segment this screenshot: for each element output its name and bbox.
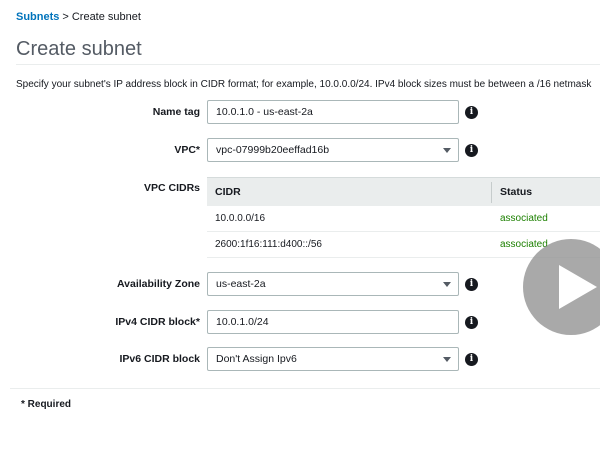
ipv6-cidr-label: IPv6 CIDR block [119,353,200,365]
table-header: CIDR Status [207,177,600,206]
ipv4-cidr-input[interactable]: 10.0.1.0/24 [207,310,459,334]
ipv6-cidr-value: Don't Assign Ipv6 [216,353,297,365]
breadcrumb-separator: > [62,11,69,23]
availability-zone-info-icon[interactable]: i [465,278,478,291]
ipv4-cidr-info-icon[interactable]: i [465,316,478,329]
vpc-cidrs-label: VPC CIDRs [143,182,200,194]
play-icon [559,265,597,309]
column-header-status: Status [500,186,533,198]
cidr-cell: 2600:1f16:111:d400::/56 [215,239,322,250]
vpc-value: vpc-07999b20eeffad16b [216,144,330,156]
name-tag-input[interactable]: 10.0.1.0 - us-east-2a [207,100,459,124]
vpc-info-icon[interactable]: i [465,144,478,157]
availability-zone-value: us-east-2a [216,278,266,290]
vpc-select[interactable]: vpc-07999b20eeffad16b [207,138,459,162]
ipv6-cidr-select[interactable]: Don't Assign Ipv6 [207,347,459,371]
cidr-cell: 10.0.0.0/16 [215,213,266,224]
availability-zone-label: Availability Zone [116,278,200,290]
breadcrumb-subnets-link[interactable]: Subnets [16,11,59,23]
chevron-down-icon [443,148,451,153]
chevron-down-icon [443,282,451,287]
status-cell: associated [500,213,548,224]
ipv6-cidr-info-icon[interactable]: i [465,353,478,366]
required-note: * Required [21,399,72,410]
name-tag-info-icon[interactable]: i [465,106,478,119]
name-tag-value: 10.0.1.0 - us-east-2a [216,106,313,118]
breadcrumb-current: Create subnet [71,11,141,23]
ipv4-cidr-label: IPv4 CIDR block* [115,316,200,328]
breadcrumb: Subnets > Create subnet [16,11,141,23]
page-description: Specify your subnet's IP address block i… [16,79,592,90]
vpc-cidrs-table: CIDR Status 10.0.0.0/16 associated 2600:… [207,177,600,258]
ipv4-cidr-value: 10.0.1.0/24 [216,316,269,328]
name-tag-label: Name tag [152,106,200,118]
column-header-cidr: CIDR [215,186,241,198]
table-row: 10.0.0.0/16 associated [207,206,600,232]
chevron-down-icon [443,357,451,362]
vpc-label: VPC* [174,144,200,156]
footer-divider [10,388,600,389]
page-title: Create subnet [16,38,142,60]
title-divider [16,64,600,65]
column-divider [491,182,492,203]
availability-zone-select[interactable]: us-east-2a [207,272,459,296]
